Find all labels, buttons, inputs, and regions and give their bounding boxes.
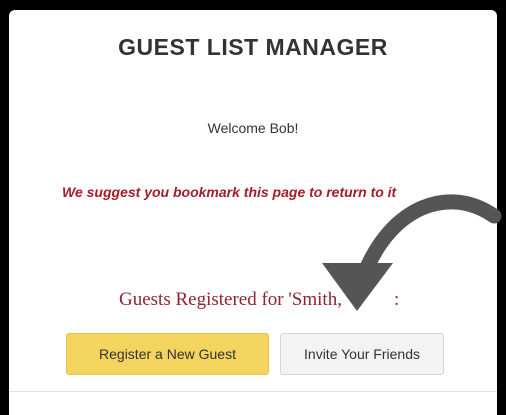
guest-list-panel: GUEST LIST MANAGER Welcome Bob! We sugge… (9, 10, 497, 415)
page-title: GUEST LIST MANAGER (118, 34, 388, 60)
welcome-message: Welcome Bob! (207, 120, 299, 136)
guests-heading-tail: : (393, 289, 400, 310)
screenshot-frame: GUEST LIST MANAGER Welcome Bob! We sugge… (0, 0, 506, 415)
guests-registered-heading: Guests Registered for 'Smith,: (119, 289, 399, 311)
invite-friends-button[interactable]: Invite Your Friends (280, 333, 444, 375)
register-new-guest-button[interactable]: Register a New Guest (66, 333, 269, 375)
register-button-label: Register a New Guest (99, 346, 236, 362)
divider (9, 391, 497, 392)
invite-button-label: Invite Your Friends (304, 346, 420, 362)
guests-heading-text: Guests Registered for 'Smith, (119, 289, 342, 310)
bookmark-suggestion: We suggest you bookmark this page to ret… (62, 184, 397, 200)
